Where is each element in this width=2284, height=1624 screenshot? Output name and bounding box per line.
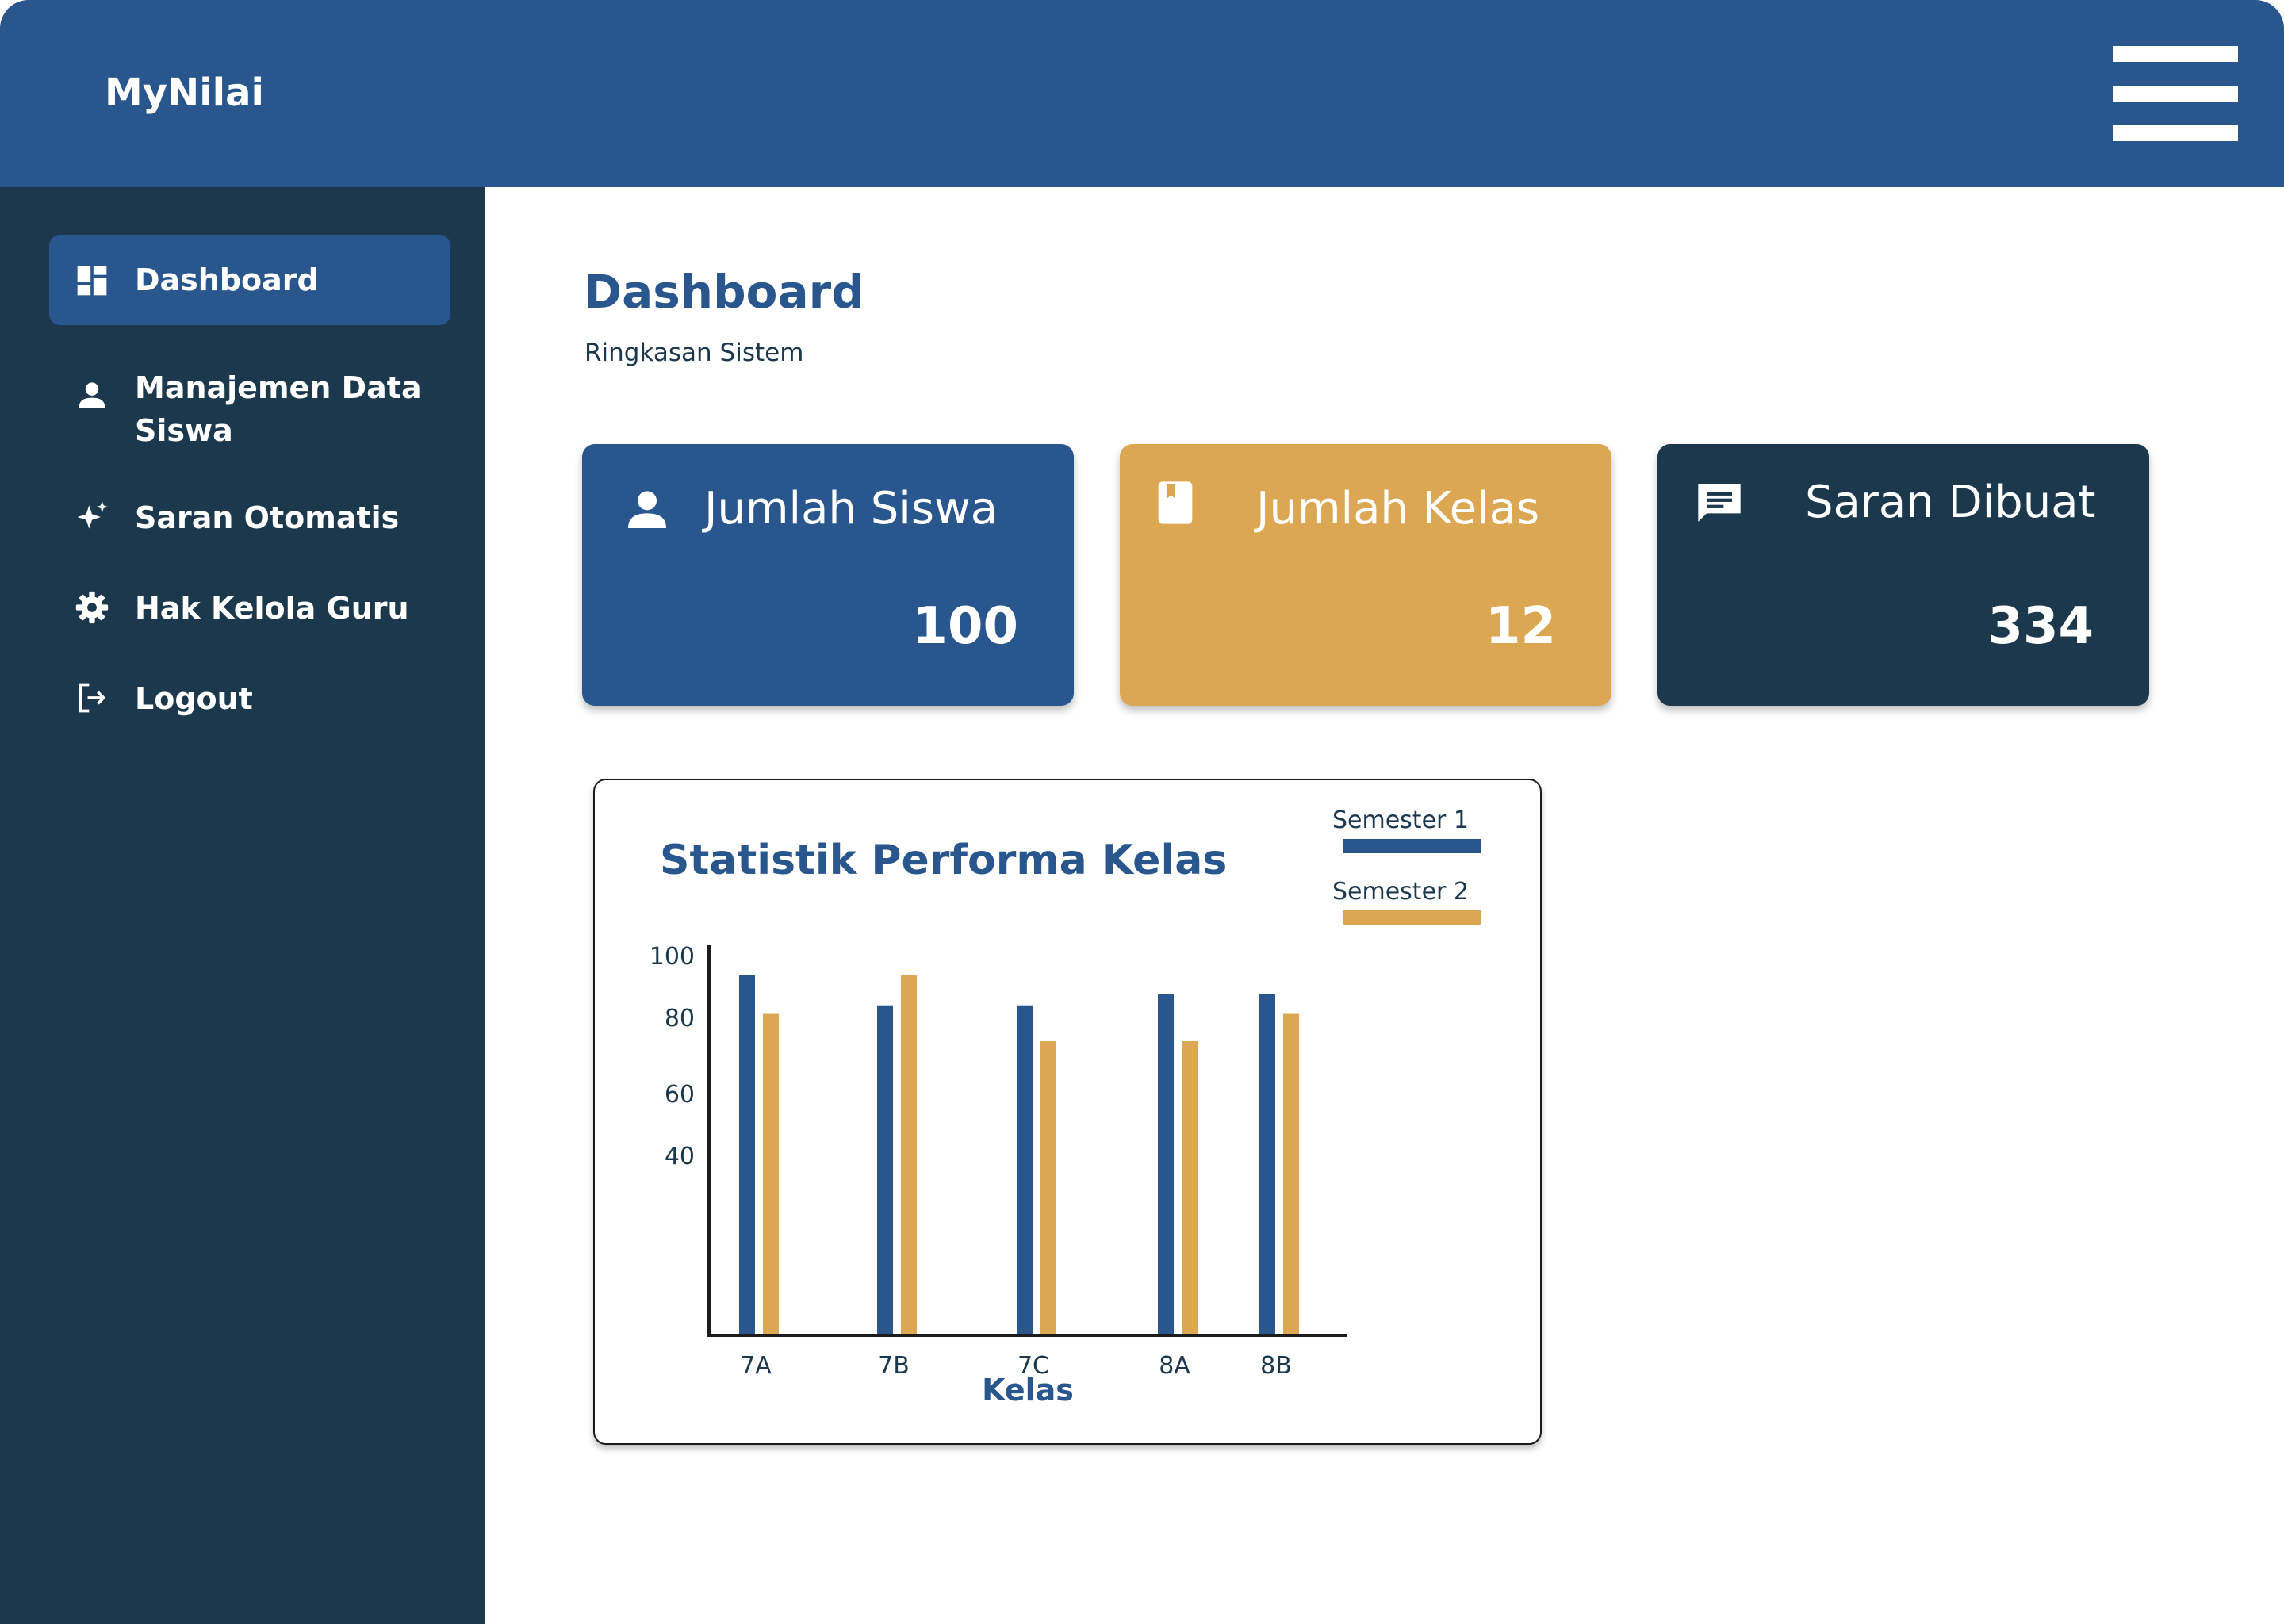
chart-y-tick-label: 100 bbox=[650, 943, 695, 971]
stat-card-jumlah-kelas[interactable]: Jumlah Kelas 12 bbox=[1120, 444, 1611, 706]
chart-bar-semester-1-8a bbox=[1158, 994, 1174, 1334]
chart-x-tick-label: 7C bbox=[1017, 1352, 1049, 1380]
sidebar-item-logout[interactable]: Logout bbox=[49, 677, 450, 722]
chart-x-tick-label: 7A bbox=[740, 1352, 772, 1380]
sidebar-item-label: Hak Kelola Guru bbox=[135, 591, 409, 626]
message-icon bbox=[1698, 484, 1741, 522]
user-icon bbox=[79, 382, 105, 408]
chart-bar-semester-2-8a bbox=[1182, 1041, 1198, 1334]
hamburger-line bbox=[2113, 86, 2238, 102]
sidebar-item-label: Manajemen Data Siswa bbox=[135, 370, 422, 448]
card-value: 12 bbox=[1485, 597, 1556, 656]
chart-bar-semester-2-7c bbox=[1040, 1041, 1056, 1334]
bar-chart: Statistik Performa Kelas Kelas Semester … bbox=[650, 806, 1481, 1408]
sidebar-item-label: Saran Otomatis bbox=[135, 500, 400, 535]
hamburger-menu-icon[interactable] bbox=[2113, 44, 2238, 143]
stat-card-saran-dibuat[interactable]: Saran Dibuat 334 bbox=[1657, 444, 2149, 706]
top-bar: MyNilai bbox=[0, 0, 2284, 187]
chart-bar-semester-1-7a bbox=[739, 975, 755, 1334]
dashboard-icon bbox=[77, 266, 107, 296]
book-icon bbox=[1158, 481, 1193, 524]
logout-icon bbox=[79, 683, 106, 713]
card-label: Jumlah Kelas bbox=[1256, 483, 1540, 534]
chart-legend-swatch bbox=[1343, 839, 1481, 853]
chart-y-ticks: 100 80 60 40 bbox=[650, 943, 695, 1170]
user-icon bbox=[628, 491, 666, 528]
chart-legend-swatch bbox=[1343, 910, 1481, 925]
chart-bar-semester-1-7b bbox=[877, 1005, 893, 1334]
app-window: MyNilai Dashboard Manajemen Data Siswa S… bbox=[0, 0, 2284, 1624]
stat-card-jumlah-siswa[interactable]: Jumlah Siswa 100 bbox=[582, 444, 1074, 706]
card-value: 334 bbox=[1987, 597, 2094, 656]
page-subtitle: Ringkasan Sistem bbox=[584, 339, 804, 367]
chart-bar-semester-2-7a bbox=[763, 1013, 779, 1334]
chart-y-tick-label: 40 bbox=[665, 1143, 695, 1170]
sidebar-item-label: Logout bbox=[135, 681, 253, 716]
gear-icon bbox=[75, 591, 109, 624]
chart-y-tick-label: 80 bbox=[665, 1005, 695, 1032]
sidebar: Dashboard Manajemen Data Siswa Saran Oto… bbox=[0, 187, 485, 1624]
chart-bars bbox=[739, 975, 1299, 1334]
card-label: Saran Dibuat bbox=[1805, 477, 2096, 528]
chart-legend-label: Semester 2 bbox=[1332, 878, 1469, 906]
hamburger-line bbox=[2113, 125, 2238, 141]
sidebar-item-saran-otomatis[interactable]: Saran Otomatis bbox=[49, 496, 450, 541]
chart-title: Statistik Performa Kelas bbox=[660, 837, 1227, 884]
sidebar-item-manajemen-data-siswa[interactable]: Manajemen Data Siswa bbox=[49, 366, 450, 454]
chart-x-tick-label: 8A bbox=[1159, 1352, 1190, 1380]
sparkle-icon bbox=[77, 500, 109, 529]
chart-bar-semester-1-8b bbox=[1259, 994, 1275, 1334]
hamburger-line bbox=[2113, 46, 2238, 62]
chart-card: Statistik Performa Kelas Kelas Semester … bbox=[593, 779, 1542, 1445]
sidebar-item-label: Dashboard bbox=[135, 262, 319, 297]
app-brand[interactable]: MyNilai bbox=[105, 65, 264, 121]
sidebar-item-dashboard[interactable]: Dashboard bbox=[49, 235, 450, 325]
chart-bar-semester-2-7b bbox=[901, 975, 917, 1334]
page-title: Dashboard bbox=[584, 265, 864, 319]
card-value: 100 bbox=[912, 597, 1018, 656]
chart-legend-label: Semester 1 bbox=[1332, 806, 1469, 834]
chart-bar-semester-1-7c bbox=[1017, 1005, 1033, 1334]
card-label: Jumlah Siswa bbox=[704, 483, 998, 534]
chart-bar-semester-2-8b bbox=[1283, 1013, 1299, 1334]
chart-legend: Semester 1 Semester 2 bbox=[1332, 806, 1481, 925]
chart-x-tick-label: 7B bbox=[878, 1352, 910, 1380]
chart-y-tick-label: 60 bbox=[665, 1081, 695, 1109]
chart-x-tick-label: 8B bbox=[1260, 1352, 1292, 1380]
sidebar-item-hak-kelola-guru[interactable]: Hak Kelola Guru bbox=[49, 587, 450, 631]
